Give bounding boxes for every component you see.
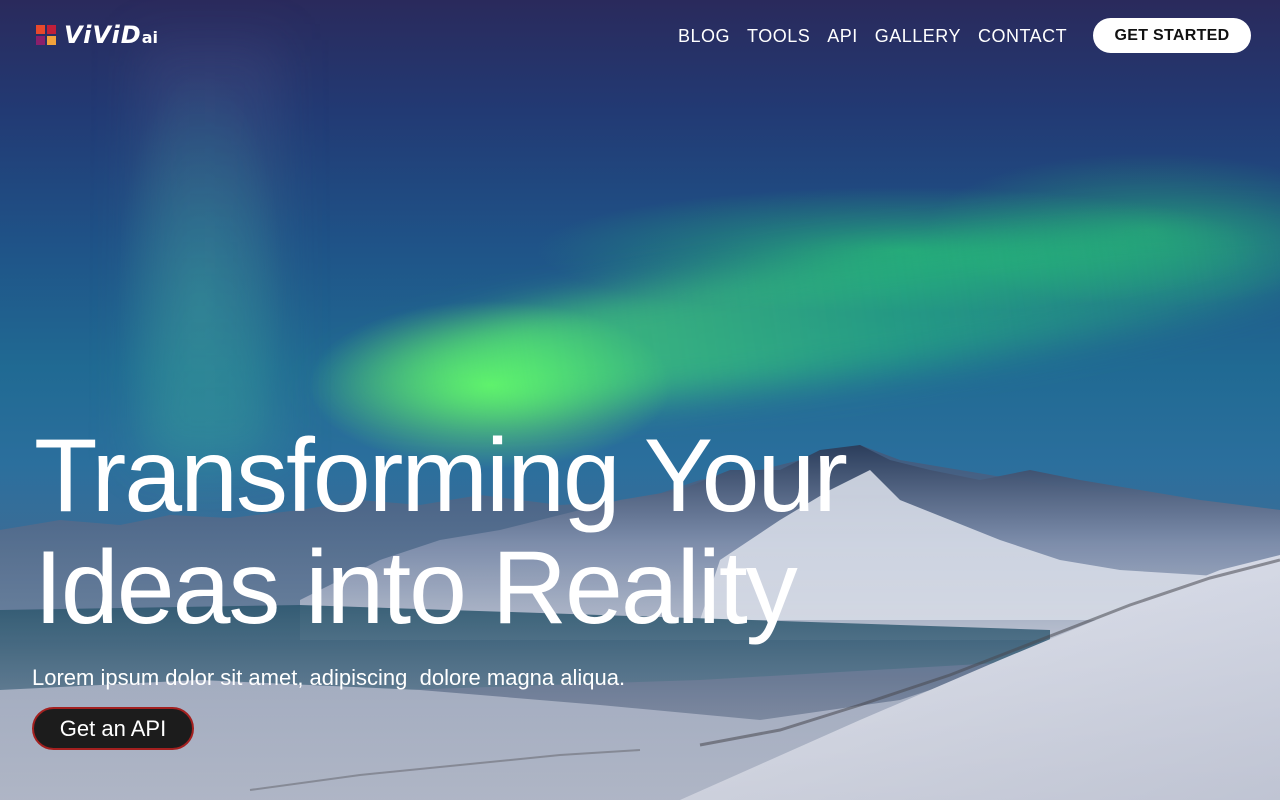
get-an-api-button[interactable]: Get an API <box>32 707 194 750</box>
logo-text: ViViDai <box>64 20 158 49</box>
headline-line-1: Transforming Your <box>34 418 848 534</box>
headline-line-2: Ideas into Reality <box>34 530 798 646</box>
top-navbar: ViViDai BLOG TOOLS API GALLERY CONTACT G… <box>0 0 1280 72</box>
logo-suffix: ai <box>141 27 158 47</box>
nav-link-contact[interactable]: CONTACT <box>978 25 1067 47</box>
get-started-button[interactable]: GET STARTED <box>1093 18 1251 53</box>
main-nav: BLOG TOOLS API GALLERY CONTACT <box>678 25 1084 47</box>
nav-link-blog[interactable]: BLOG <box>678 25 730 47</box>
nav-link-gallery[interactable]: GALLERY <box>875 25 961 47</box>
hero-section: ViViDai BLOG TOOLS API GALLERY CONTACT G… <box>0 0 1280 800</box>
logo-mark-icon <box>36 25 58 47</box>
brand-logo[interactable]: ViViDai <box>36 20 158 49</box>
hero-headline: Transforming Your Ideas into Reality <box>34 420 894 644</box>
nav-link-api[interactable]: API <box>827 25 858 47</box>
hero-subtext: Lorem ipsum dolor sit amet, adipiscing d… <box>32 665 626 690</box>
nav-link-tools[interactable]: TOOLS <box>747 25 810 47</box>
